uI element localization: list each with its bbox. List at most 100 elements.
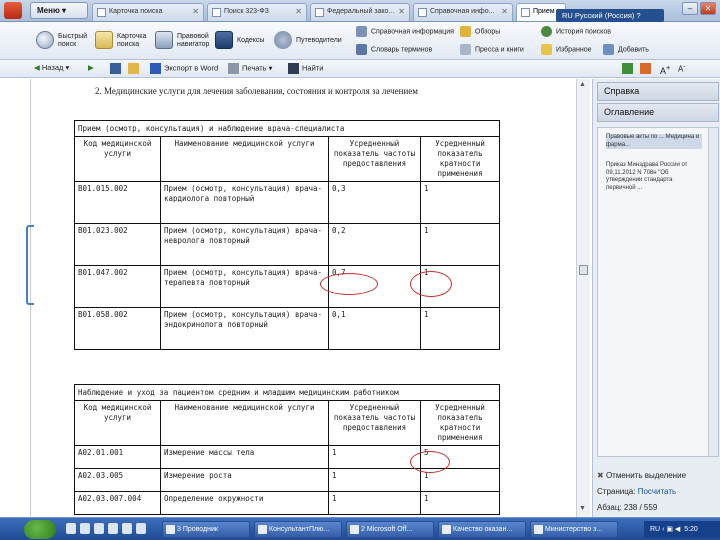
service-name: Прием (осмотр, консультация) врача-терап… [160, 265, 329, 308]
service-code: A02.03.005 [74, 468, 161, 492]
font-increase-button[interactable]: A+ [660, 63, 670, 76]
help-label: Справка [604, 86, 640, 96]
minimize-button[interactable]: – [682, 2, 698, 15]
service-code: B01.023.002 [74, 223, 161, 266]
reference-info-label: Справочная информация [371, 28, 454, 36]
tab-label: Карточка поиска [109, 8, 163, 15]
app-icon [258, 525, 267, 534]
quicklaunch-icon[interactable] [94, 523, 104, 534]
print-label: Печать [242, 63, 267, 73]
service-code: B01.015.002 [74, 181, 161, 224]
tab-label: Федеральный зако... [327, 8, 395, 15]
taskbar-item[interactable]: КонсультантПлю... [254, 521, 342, 538]
quicklaunch-icon[interactable] [108, 523, 118, 534]
paragraph-counter: Абзац: 238 / 559 [597, 503, 657, 512]
frequency-value: 1 [328, 445, 421, 469]
menu-label: Меню [37, 6, 60, 15]
document-pane[interactable]: 2. Медицинские услуги для лечения заболе… [0, 79, 590, 517]
document-scrollbar[interactable]: ▲ ▼ [576, 79, 590, 517]
close-icon[interactable]: ✕ [398, 7, 405, 16]
export-word-button[interactable]: Экспорт в Word [150, 63, 218, 74]
help-icon[interactable]: ? [637, 11, 641, 20]
document-icon [521, 8, 530, 17]
contents-tab[interactable]: Оглавление [597, 103, 719, 122]
highlight-ellipse [410, 271, 452, 297]
taskbar-item[interactable]: Министерство з... [530, 521, 618, 538]
scroll-down-icon[interactable]: ▼ [579, 505, 586, 512]
quicklaunch-icon[interactable] [122, 523, 132, 534]
list-item[interactable]: Правовые акты по ... Медицина и фарма... [606, 134, 702, 149]
favorites-label: Избранное [556, 46, 592, 54]
taskbar-item[interactable]: 2 Microsoft Off... [346, 521, 434, 538]
tray-lang[interactable]: RU [650, 526, 660, 533]
tab-reference-info[interactable]: Справочная инфо... ✕ [413, 3, 513, 21]
reviews-link[interactable]: Обзоры [460, 26, 500, 37]
back-button[interactable]: ◀ Назад ▾ [34, 63, 69, 72]
close-icon[interactable]: ✕ [501, 7, 508, 16]
print-button[interactable]: Печать ▾ [228, 63, 272, 74]
term-dictionary-link[interactable]: Словарь терминов [356, 44, 432, 55]
clear-icon: ✖ [597, 471, 604, 480]
add-link[interactable]: Добавить [603, 44, 649, 55]
section-heading: 2. Медицинские услуги для лечения заболе… [95, 86, 418, 96]
tab-search-323[interactable]: Поиск 323-ФЗ ✕ [207, 3, 307, 21]
tab-label: Поиск 323-ФЗ [224, 8, 269, 15]
help-tab[interactable]: Справка [597, 82, 719, 101]
font-decrease-button[interactable]: A- [678, 63, 686, 74]
excel-button[interactable] [622, 63, 636, 74]
press-and-books-label: Пресса и книги [475, 46, 524, 54]
document-icon [418, 8, 427, 17]
open-button[interactable] [128, 63, 142, 74]
document-icon [97, 8, 106, 17]
newspaper-icon [460, 44, 471, 55]
search-history-link[interactable]: История поисков [541, 26, 611, 37]
export-word-label: Экспорт в Word [164, 63, 219, 73]
clock[interactable]: 5:20 [684, 526, 698, 533]
taskbar-item[interactable]: 3 Проводник [162, 521, 250, 538]
forward-button[interactable]: ▶ [88, 63, 94, 72]
taskbar-item[interactable]: Качество оказан... [438, 521, 526, 538]
quicklaunch-icon[interactable] [66, 523, 76, 534]
taskbar-item-label: Качество оказан... [453, 526, 513, 533]
scroll-up-icon[interactable]: ▲ [579, 81, 586, 88]
quicklaunch-icon[interactable] [136, 523, 146, 534]
find-button[interactable]: Найти [288, 63, 323, 74]
pen-icon [460, 26, 471, 37]
scroll-thumb[interactable] [579, 265, 588, 275]
menu-button[interactable]: Меню ▾ [30, 2, 88, 19]
toolbar: ◀ Назад ▾ ▶ Экспорт в Word Печать ▾ Найт… [0, 60, 720, 78]
save-button[interactable] [110, 63, 124, 74]
table-row: B01.058.002 Прием (осмотр, консультация)… [74, 307, 501, 350]
close-icon[interactable]: ✕ [295, 7, 302, 16]
quick-search-label: Быстрый поиск [58, 33, 88, 48]
favorites-link[interactable]: Избранное [541, 44, 591, 55]
start-button[interactable] [24, 520, 56, 539]
press-and-books-link[interactable]: Пресса и книги [460, 44, 524, 55]
language-indicator[interactable]: RU Русский (Россия) ? [556, 9, 664, 22]
system-tray: RU ‹ ▣ ◀ 5:20 [644, 521, 720, 538]
count-pages-link[interactable]: Посчитать [638, 487, 676, 496]
excel-icon [622, 63, 633, 74]
close-icon[interactable]: ✕ [192, 7, 199, 16]
service-name: Прием (осмотр, консультация) врача-невро… [160, 223, 329, 266]
save-icon [110, 63, 121, 74]
list-item[interactable]: Приказ Минздрава России от 09.11.2012 N … [606, 162, 702, 192]
tab-federal-law[interactable]: Федеральный зако... ✕ [310, 3, 410, 21]
folder-icon [128, 63, 139, 74]
reference-info-link[interactable]: Справочная информация [356, 26, 454, 37]
side-panel: Справка Оглавление Правовые акты по ... … [592, 79, 720, 517]
collapse-bracket[interactable] [26, 225, 34, 305]
clear-selection-button[interactable]: ✖ Отменить выделение [597, 471, 686, 480]
tab-search-card[interactable]: Карточка поиска ✕ [92, 3, 204, 21]
quicklaunch-icon[interactable] [80, 523, 90, 534]
table-row: A02.03.007.004 Определение окружности 1 … [74, 491, 501, 515]
tab-label: Справочная инфо... [430, 8, 495, 15]
service-name: Определение окружности [160, 491, 329, 515]
bookmark-button[interactable] [640, 63, 654, 74]
service-name: Прием (осмотр, консультация) врача-карди… [160, 181, 329, 224]
close-window-button[interactable]: ✕ [700, 2, 716, 15]
back-arrow-icon: ◀ [34, 63, 40, 72]
side-scrollbar[interactable] [708, 128, 718, 456]
search-history-label: История поисков [556, 28, 611, 36]
table-title: Прием (осмотр, консультация) и наблюдени… [73, 120, 501, 137]
